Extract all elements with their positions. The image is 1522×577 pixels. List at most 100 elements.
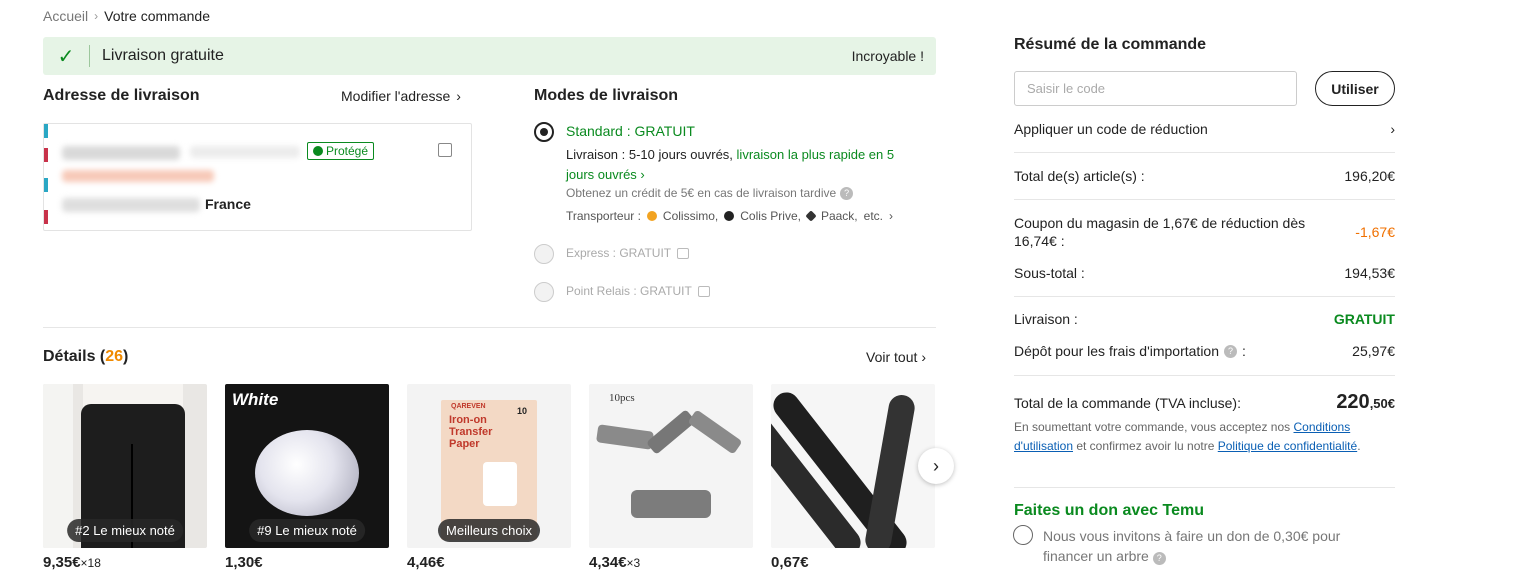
promo-code-input[interactable] (1014, 71, 1297, 106)
breadcrumb-home[interactable]: Accueil (43, 8, 88, 24)
banner-divider (89, 45, 90, 67)
carrier-name: etc. (863, 209, 883, 223)
order-summary-title: Résumé de la commande (1014, 36, 1207, 53)
express-label: Express : GRATUIT (566, 246, 672, 260)
late-credit-text: Obtenez un crédit de 5€ en cas de livrai… (566, 186, 837, 200)
product-price: 4,46€ (407, 554, 445, 571)
chevron-right-icon: › (933, 455, 939, 476)
product-price: 0,67€ (771, 554, 809, 571)
address-card[interactable] (43, 123, 472, 231)
banner-title: Livraison gratuite (102, 47, 224, 64)
express-radio[interactable] (534, 244, 554, 264)
banner-right-text: Incroyable ! (851, 48, 924, 64)
product-image: 10pcs (589, 384, 753, 548)
help-icon[interactable]: ? (1152, 551, 1166, 565)
chevron-right-icon: › (888, 209, 893, 223)
details-label: Détails (43, 348, 96, 365)
summary-divider (1014, 487, 1395, 488)
product-card[interactable]: 0,67€ (771, 384, 935, 571)
coupon-row: Coupon du magasin de 1,67€ de réduction … (1014, 214, 1395, 250)
relay-radio[interactable] (534, 282, 554, 302)
carousel-next-button[interactable]: › (918, 448, 954, 484)
summary-divider (1014, 375, 1395, 376)
breadcrumb: Accueil › Votre commande (43, 8, 210, 24)
card-stripe (44, 178, 48, 192)
product-qty: ×3 (626, 556, 641, 570)
blurred-name (62, 146, 180, 160)
standard-radio[interactable] (534, 122, 554, 142)
product-card[interactable]: QAREVEN 10 Iron-on Transfer Paper Meille… (407, 384, 571, 571)
import-fee-label-group: Dépôt pour les frais d'importation ? : (1014, 343, 1246, 359)
relay-option: Point Relais : GRATUIT (566, 284, 710, 298)
carrier-name: Paack, (820, 209, 858, 223)
import-fee-value: 25,97€ (1352, 343, 1395, 359)
carrier-name: Colissimo, (662, 209, 719, 223)
product-brand: QAREVEN (451, 403, 486, 410)
shipping-label: Livraison : (1014, 311, 1078, 327)
chevron-right-icon: › (636, 167, 645, 182)
card-stripe (44, 148, 48, 162)
relay-label: Point Relais : GRATUIT (566, 284, 692, 298)
express-option: Express : GRATUIT (566, 246, 690, 260)
address-heading: Adresse de livraison (43, 87, 200, 104)
see-all-link[interactable]: Voir tout › (866, 349, 926, 365)
rank-tag: #9 Le mieux noté (249, 519, 365, 542)
summary-divider (1014, 199, 1395, 200)
donate-radio[interactable] (1013, 525, 1033, 545)
import-fee-label: Dépôt pour les frais d'importation (1014, 343, 1219, 359)
help-icon[interactable]: ? (1224, 344, 1237, 358)
product-card[interactable]: 10pcs 4,34€×3 (589, 384, 753, 571)
carrier-label: Transporteur : (566, 209, 641, 223)
product-price: 9,35€×18 (43, 554, 101, 571)
breadcrumb-separator: › (94, 9, 99, 23)
import-fee-row: Dépôt pour les frais d'importation ? : 2… (1014, 343, 1395, 359)
paack-icon (805, 210, 817, 222)
help-icon[interactable]: ? (840, 186, 854, 200)
use-code-button[interactable]: Utiliser (1315, 71, 1395, 106)
product-image: QAREVEN 10 Iron-on Transfer Paper Meille… (407, 384, 571, 548)
product-image: White #9 Le mieux noté (225, 384, 389, 548)
product-card[interactable]: White #9 Le mieux noté 1,30€ (225, 384, 389, 571)
subtotal-value: 194,53€ (1344, 265, 1395, 281)
check-icon: ✓ (57, 45, 75, 68)
items-total-label: Total de(s) article(s) : (1014, 168, 1145, 184)
chevron-right-icon: › (456, 88, 461, 104)
address-country: France (205, 196, 251, 212)
product-qty: ×18 (80, 556, 101, 570)
legal-notice: En soumettant votre commande, vous accep… (1014, 420, 1361, 453)
lock-icon (677, 247, 690, 259)
privacy-link[interactable]: Politique de confidentialité (1218, 439, 1357, 453)
card-stripe (44, 124, 48, 138)
coupon-value: -1,67€ (1355, 224, 1395, 240)
apply-discount-label: Appliquer un code de réduction (1014, 121, 1208, 137)
store-icon (697, 285, 710, 297)
delivery-modes-heading: Modes de livraison (534, 87, 679, 104)
product-image (771, 384, 935, 548)
rank-tag: Meilleurs choix (438, 519, 540, 542)
rank-tag: #2 Le mieux noté (67, 519, 183, 542)
breadcrumb-current: Votre commande (104, 8, 210, 24)
apply-discount-row[interactable]: Appliquer un code de réduction › (1014, 121, 1395, 137)
product-price: 1,30€ (225, 554, 263, 571)
protected-badge: Protégé (307, 142, 375, 160)
product-image-text: 10pcs (609, 392, 635, 404)
phone-icon (313, 146, 323, 156)
product-card[interactable]: #2 Le mieux noté 9,35€×18 (43, 384, 207, 571)
chevron-right-icon: › (1390, 121, 1395, 137)
edit-icon[interactable] (438, 143, 452, 157)
delivery-time-text: Livraison : 5-10 jours ouvrés, (566, 147, 733, 162)
summary-divider (1014, 296, 1395, 297)
standard-title: Standard : GRATUIT (566, 123, 695, 139)
subtotal-label: Sous-total : (1014, 265, 1085, 281)
donate-text: Nous vous invitons à faire un don de 0,3… (1043, 528, 1341, 565)
blurred-phone (190, 146, 300, 158)
colissimo-icon (646, 211, 657, 221)
subtotal-row: Sous-total : 194,53€ (1014, 265, 1395, 281)
shipping-value: GRATUIT (1333, 311, 1395, 327)
carrier-line[interactable]: Transporteur : Colissimo, Colis Prive, P… (566, 209, 893, 223)
protected-label: Protégé (326, 144, 369, 158)
product-image-text: White (232, 390, 279, 409)
product-image-text: Iron-on Transfer Paper (449, 414, 493, 450)
chevron-right-icon: › (921, 349, 927, 365)
modify-address-link[interactable]: Modifier l'adresse › (341, 88, 461, 104)
